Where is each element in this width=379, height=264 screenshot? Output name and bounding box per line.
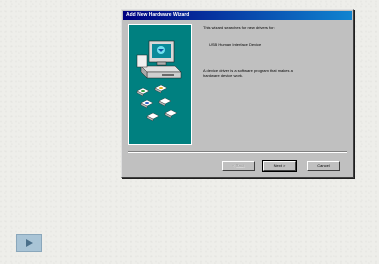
cancel-button[interactable]: Cancel bbox=[307, 161, 340, 171]
wizard-illustration bbox=[128, 24, 192, 145]
play-button[interactable] bbox=[16, 234, 42, 252]
back-button[interactable]: < Back bbox=[222, 161, 255, 171]
next-button[interactable]: Next > bbox=[262, 160, 297, 172]
wizard-window: Add New Hardware Wizard This wizard sear… bbox=[121, 9, 354, 178]
button-divider bbox=[128, 151, 347, 153]
intro-text: This wizard searches for new drivers for… bbox=[203, 25, 275, 30]
play-icon bbox=[26, 239, 33, 247]
title-bar[interactable]: Add New Hardware Wizard bbox=[123, 11, 352, 20]
device-name: USB Human Interface Device bbox=[209, 42, 262, 47]
window-title: Add New Hardware Wizard bbox=[126, 12, 190, 18]
description-line-2: hardware device work. bbox=[203, 73, 244, 78]
